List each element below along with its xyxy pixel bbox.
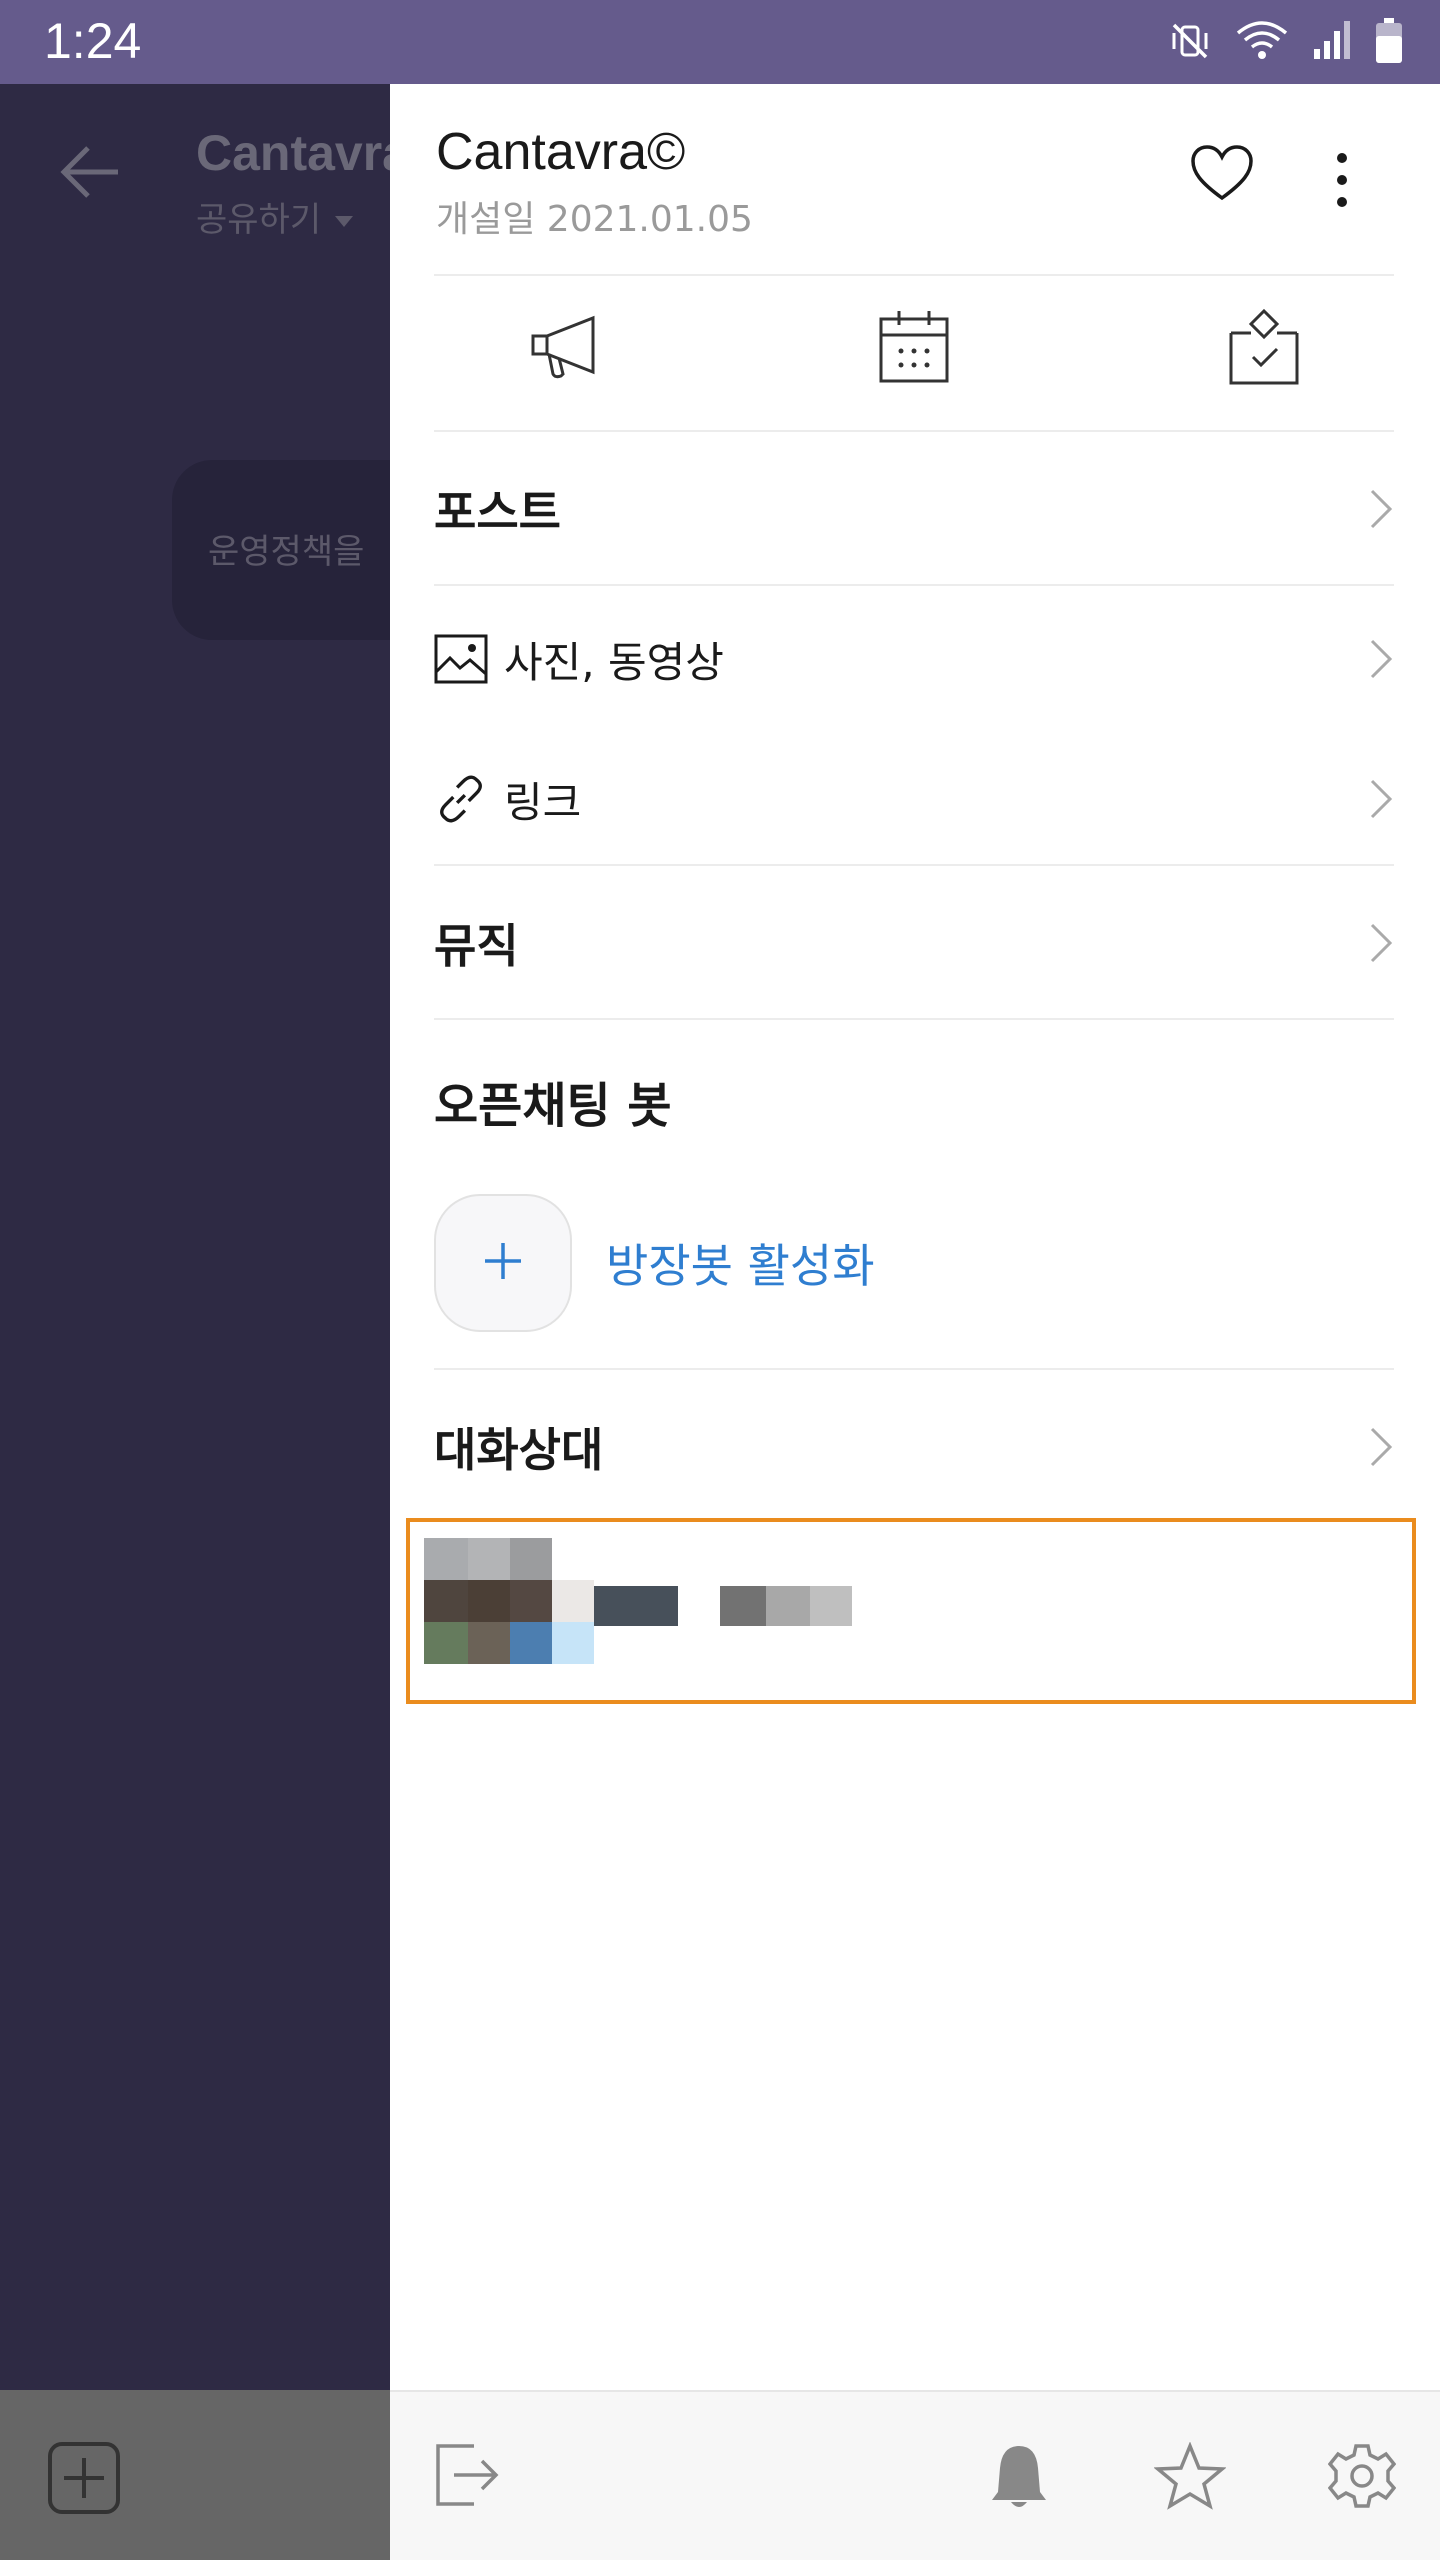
- chat-input-bar: [0, 2390, 390, 2560]
- background-chat: Cantavra 공유하기 운영정책을: [0, 84, 472, 2560]
- chevron-right-icon: [1368, 777, 1394, 825]
- menu-photos-videos-label: 사진, 동영상: [504, 637, 724, 687]
- menu-photos-videos[interactable]: 사진, 동영상: [434, 584, 1394, 734]
- back-arrow-icon[interactable]: [60, 144, 122, 204]
- divider: [434, 1018, 1394, 1020]
- status-bar: 1:24: [0, 0, 1440, 84]
- chat-title: Cantavra: [196, 125, 410, 181]
- plus-icon: [479, 1237, 527, 1289]
- menu-posts[interactable]: 포스트: [434, 434, 1394, 584]
- menu-music[interactable]: 뮤직: [434, 868, 1394, 1018]
- more-options-icon[interactable]: [1332, 152, 1352, 212]
- vote-icon: [1227, 307, 1301, 391]
- bot-section-title: 오픈채팅 봇: [434, 1078, 672, 1134]
- bot-activate-button[interactable]: [434, 1194, 572, 1332]
- bot-activate-label[interactable]: 방장봇 활성화: [606, 1230, 875, 1296]
- heart-icon[interactable]: [1190, 144, 1254, 206]
- status-time: 1:24: [44, 13, 142, 69]
- room-name: Cantavra©: [436, 123, 686, 181]
- vibrate-mute-icon: [1168, 19, 1212, 63]
- menu-links-label: 링크: [504, 777, 582, 827]
- menu-posts-label: 포스트: [434, 485, 561, 539]
- menu-music-label: 뮤직: [434, 919, 519, 973]
- menu-members[interactable]: 대화상대: [434, 1372, 1394, 1522]
- share-label: 공유하기: [196, 200, 322, 240]
- notice-text: 운영정책을: [208, 532, 365, 572]
- room-created-date: 개설일 2021.01.05: [436, 199, 753, 240]
- bell-icon[interactable]: [988, 2442, 1050, 2516]
- battery-icon: [1374, 18, 1404, 64]
- calendar-icon: [877, 309, 951, 389]
- vote-button[interactable]: [1134, 274, 1394, 424]
- signal-icon: [1312, 19, 1352, 63]
- star-icon[interactable]: [1153, 2441, 1227, 2514]
- megaphone-icon: [527, 312, 601, 386]
- status-icons: [1168, 18, 1404, 64]
- chevron-right-icon: [1368, 921, 1394, 969]
- quick-actions: [434, 274, 1394, 424]
- chevron-right-icon: [1368, 637, 1394, 685]
- menu-links[interactable]: 링크: [434, 724, 1394, 874]
- calendar-button[interactable]: [854, 274, 974, 424]
- screen: 1:24 Cantavra 공유하기 운영정책을 Cantavra© 개설일 2…: [0, 0, 1440, 2560]
- member-list-item[interactable]: [406, 1518, 1416, 1704]
- settings-icon[interactable]: [1327, 2442, 1397, 2514]
- attach-plus-icon[interactable]: [46, 2440, 122, 2520]
- members-title: 대화상대: [434, 1423, 604, 1477]
- divider: [434, 864, 1394, 866]
- notice-button[interactable]: [434, 274, 694, 424]
- chevron-right-icon: [1368, 1425, 1394, 1473]
- exit-icon[interactable]: [434, 2442, 502, 2512]
- divider: [434, 1368, 1394, 1370]
- divider: [434, 430, 1394, 432]
- chat-subtitle[interactable]: 공유하기: [196, 192, 354, 241]
- chevron-right-icon: [1368, 487, 1394, 535]
- image-icon: [434, 632, 488, 686]
- drawer-bottom-bar: [390, 2390, 1440, 2560]
- caret-down-icon: [335, 216, 354, 227]
- link-icon: [434, 772, 488, 826]
- wifi-icon: [1234, 19, 1290, 63]
- chat-drawer: Cantavra© 개설일 2021.01.05 포스트 사진, 동영상 링크 …: [390, 84, 1440, 2560]
